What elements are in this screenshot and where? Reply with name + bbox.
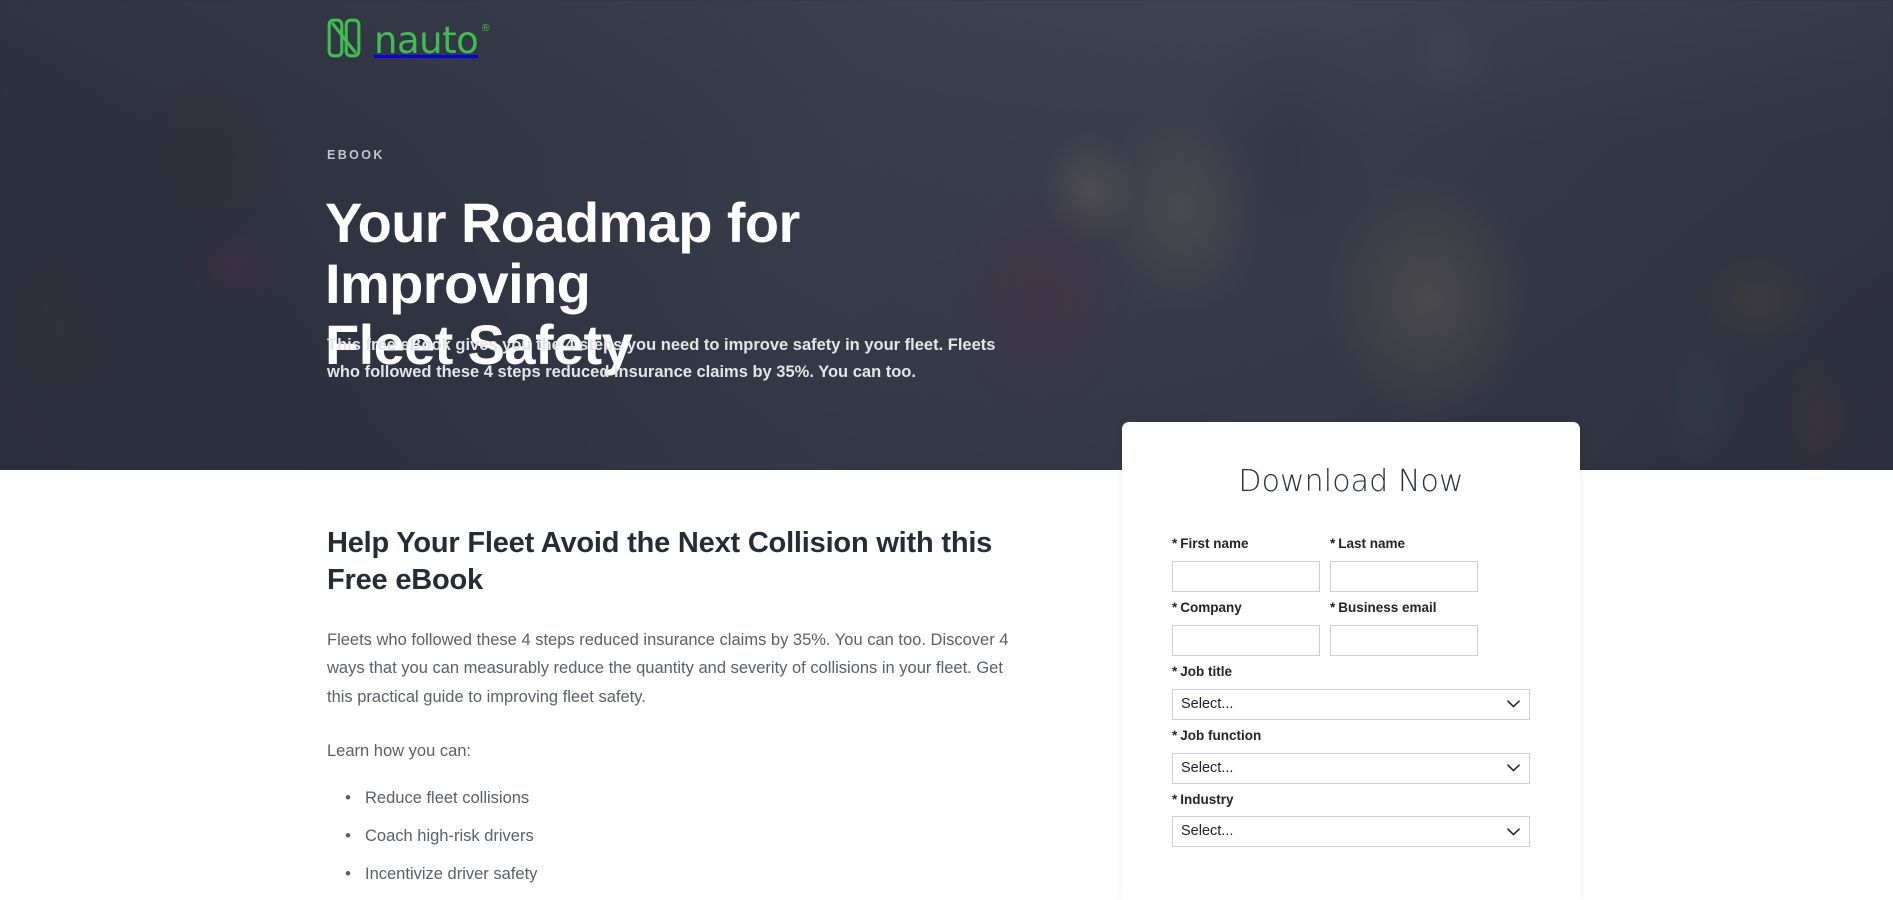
required-asterisk: * (1172, 727, 1178, 743)
field-last-name: * Last name (1330, 535, 1478, 592)
list-item: Reduce fleet collisions (327, 783, 1047, 813)
main-heading: Help Your Fleet Avoid the Next Collision… (327, 527, 993, 596)
label-industry: * Industry (1172, 791, 1530, 810)
select-industry[interactable]: Select... (1172, 816, 1530, 848)
required-asterisk: * (1330, 599, 1336, 615)
benefits-list: Reduce fleet collisions Coach high-risk … (327, 783, 1047, 889)
field-first-name: * First name (1172, 535, 1320, 592)
label-business-email: * Business email (1330, 599, 1478, 618)
input-company[interactable] (1172, 624, 1320, 656)
nauto-logo[interactable]: nauto ® (327, 18, 491, 63)
select-job-title[interactable]: Select... (1172, 688, 1530, 720)
required-asterisk: * (1172, 536, 1178, 551)
select-wrapper-job-function: Select... (1172, 752, 1530, 784)
label-text: Business email (1338, 599, 1437, 615)
label-text: Company (1180, 599, 1242, 615)
landing-page: nauto ® EBOOK Your Roadmap for Improving … (0, 0, 1893, 900)
required-asterisk: * (1330, 536, 1336, 551)
input-first-name[interactable] (1172, 560, 1320, 592)
field-industry: * Industry Select... (1172, 791, 1530, 848)
form-row-name: * First name * Last name (1172, 535, 1530, 599)
field-job-function: * Job function Select... (1172, 727, 1530, 784)
input-last-name[interactable] (1330, 560, 1478, 592)
field-business-email: * Business email (1330, 599, 1478, 656)
main-paragraph: Fleets who followed these 4 steps reduce… (327, 631, 1009, 706)
main-content-column: Help Your Fleet Avoid the Next Collision… (327, 525, 1047, 899)
field-company: * Company (1172, 599, 1320, 656)
hero-headline-line-1: Your Roadmap for Improving (325, 191, 800, 316)
required-asterisk: * (1172, 599, 1178, 615)
select-job-function[interactable]: Select... (1172, 752, 1530, 784)
label-company: * Company (1172, 599, 1320, 618)
list-item: Incentivize driver safety (327, 859, 1047, 889)
label-text: Job function (1180, 727, 1262, 743)
label-last-name: * Last name (1330, 535, 1478, 554)
form-heading: Download Now (1238, 464, 1464, 499)
label-first-name: * First name (1172, 535, 1320, 554)
label-text: Industry (1180, 791, 1234, 807)
input-business-email[interactable] (1330, 624, 1478, 656)
hero-section: nauto ® EBOOK Your Roadmap for Improving … (0, 0, 1893, 470)
label-job-function: * Job function (1172, 727, 1530, 746)
label-text: First name (1180, 536, 1249, 551)
download-form-panel: Download Now * First name * Last name * … (1122, 422, 1580, 900)
list-lead-in-text: Learn how you can: (327, 742, 472, 761)
field-job-title: * Job title Select... (1172, 663, 1530, 720)
required-asterisk: * (1172, 791, 1178, 807)
select-wrapper-job-title: Select... (1172, 688, 1530, 720)
nauto-wordmark: nauto ® (374, 19, 491, 62)
registered-trademark-symbol: ® (480, 23, 491, 34)
nauto-n-logomark-icon (327, 18, 361, 63)
hero-eyebrow-label: EBOOK (327, 148, 385, 162)
label-text: Job title (1180, 663, 1233, 679)
label-text: Last name (1338, 536, 1406, 551)
label-job-title: * Job title (1172, 663, 1530, 682)
download-form: * First name * Last name * Company * Bus… (1172, 535, 1530, 848)
required-asterisk: * (1172, 663, 1178, 679)
list-item: Coach high-risk drivers (327, 821, 1047, 851)
form-row-company-email: * Company * Business email (1172, 599, 1530, 663)
select-wrapper-industry: Select... (1172, 816, 1530, 848)
hero-subtitle: This free eBook gives you the 4 steps yo… (327, 336, 996, 381)
